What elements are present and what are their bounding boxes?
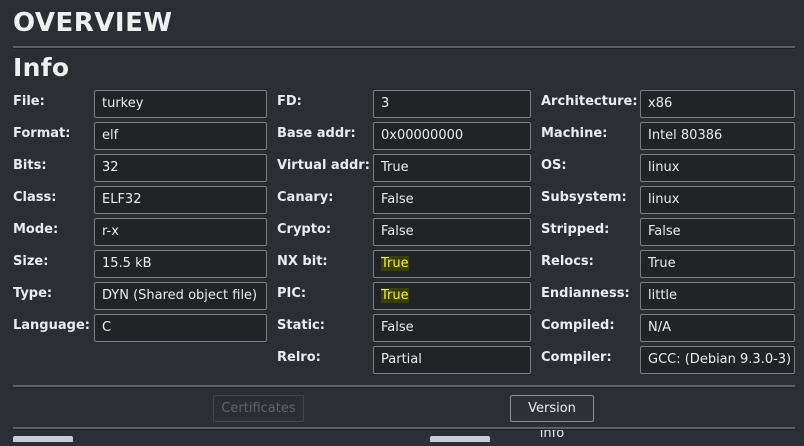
divider (13, 46, 795, 49)
stripped-field[interactable]: False (640, 218, 795, 246)
page-title-overview: OVERVIEW (13, 8, 173, 38)
next-heading-fragment (13, 436, 73, 442)
bits-label: Bits: (13, 158, 47, 173)
compiled-label: Compiled: (541, 318, 615, 333)
endianness-label: Endianness: (541, 286, 630, 301)
nx-bit-value: True (381, 256, 409, 271)
static-field[interactable]: False (373, 314, 531, 342)
format-field[interactable]: elf (94, 122, 267, 150)
nx-bit-label: NX bit: (277, 254, 328, 269)
pic-label: PIC: (277, 286, 307, 301)
compiled-value: N/A (648, 320, 671, 335)
size-label: Size: (13, 254, 49, 269)
os-value: linux (648, 160, 680, 175)
certificates-button[interactable]: Certificates (213, 395, 304, 422)
compiler-label: Compiler: (541, 350, 612, 365)
machine-value: Intel 80386 (648, 128, 723, 143)
architecture-value: x86 (648, 96, 673, 111)
subsystem-value: linux (648, 192, 680, 207)
type-label: Type: (13, 286, 53, 301)
canary-label: Canary: (277, 190, 334, 205)
machine-field[interactable]: Intel 80386 (640, 122, 795, 150)
mode-value: r-x (102, 224, 119, 239)
relocs-field[interactable]: True (640, 250, 795, 278)
crypto-label: Crypto: (277, 222, 332, 237)
divider (13, 385, 795, 388)
size-value: 15.5 kB (102, 256, 152, 271)
mode-field[interactable]: r-x (94, 218, 267, 246)
base-addr-value: 0x00000000 (381, 128, 464, 143)
fd-field[interactable]: 3 (373, 90, 531, 118)
compiler-field[interactable]: GCC: (Debian 9.3.0-3) 9 (640, 346, 795, 374)
bits-value: 32 (102, 160, 119, 175)
fd-label: FD: (277, 94, 302, 109)
pic-value: True (381, 288, 409, 303)
file-label: File: (13, 94, 45, 109)
file-value: turkey (102, 96, 144, 111)
relocs-label: Relocs: (541, 254, 594, 269)
mode-label: Mode: (13, 222, 59, 237)
relro-field[interactable]: Partial (373, 346, 531, 374)
canary-value: False (381, 192, 414, 207)
size-field[interactable]: 15.5 kB (94, 250, 267, 278)
next-heading-fragment (430, 436, 490, 442)
crypto-value: False (381, 224, 414, 239)
base-addr-field[interactable]: 0x00000000 (373, 122, 531, 150)
canary-field[interactable]: False (373, 186, 531, 214)
os-label: OS: (541, 158, 567, 173)
class-value: ELF32 (102, 192, 142, 207)
relro-value: Partial (381, 352, 422, 367)
static-label: Static: (277, 318, 325, 333)
language-value: C (102, 320, 112, 335)
file-field[interactable]: turkey (94, 90, 267, 118)
crypto-field[interactable]: False (373, 218, 531, 246)
language-field[interactable]: C (94, 314, 267, 342)
virtual-addr-value: True (381, 160, 409, 175)
nx-bit-field[interactable]: True (373, 250, 531, 278)
subsystem-label: Subsystem: (541, 190, 627, 205)
type-field[interactable]: DYN (Shared object file) (94, 282, 267, 310)
language-label: Language: (13, 318, 90, 333)
type-value: DYN (Shared object file) (102, 288, 258, 303)
stripped-label: Stripped: (541, 222, 610, 237)
virtual-addr-label: Virtual addr: (277, 158, 370, 173)
format-label: Format: (13, 126, 71, 141)
compiler-value: GCC: (Debian 9.3.0-3) 9 (648, 352, 795, 367)
relocs-value: True (648, 256, 676, 271)
section-title-info: Info (13, 53, 70, 82)
endianness-field[interactable]: little (640, 282, 795, 310)
fd-value: 3 (381, 96, 390, 111)
format-value: elf (102, 128, 119, 143)
os-field[interactable]: linux (640, 154, 795, 182)
stripped-value: False (648, 224, 681, 239)
architecture-label: Architecture: (541, 94, 638, 109)
endianness-value: little (648, 288, 678, 303)
divider (13, 427, 795, 430)
static-value: False (381, 320, 414, 335)
base-addr-label: Base addr: (277, 126, 356, 141)
bits-field[interactable]: 32 (94, 154, 267, 182)
pic-field[interactable]: True (373, 282, 531, 310)
machine-label: Machine: (541, 126, 608, 141)
compiled-field[interactable]: N/A (640, 314, 795, 342)
version-info-button[interactable]: Version info (510, 395, 594, 441)
virtual-addr-field[interactable]: True (373, 154, 531, 182)
subsystem-field[interactable]: linux (640, 186, 795, 214)
architecture-field[interactable]: x86 (640, 90, 795, 118)
class-label: Class: (13, 190, 57, 205)
relro-label: Relro: (277, 350, 321, 365)
class-field[interactable]: ELF32 (94, 186, 267, 214)
